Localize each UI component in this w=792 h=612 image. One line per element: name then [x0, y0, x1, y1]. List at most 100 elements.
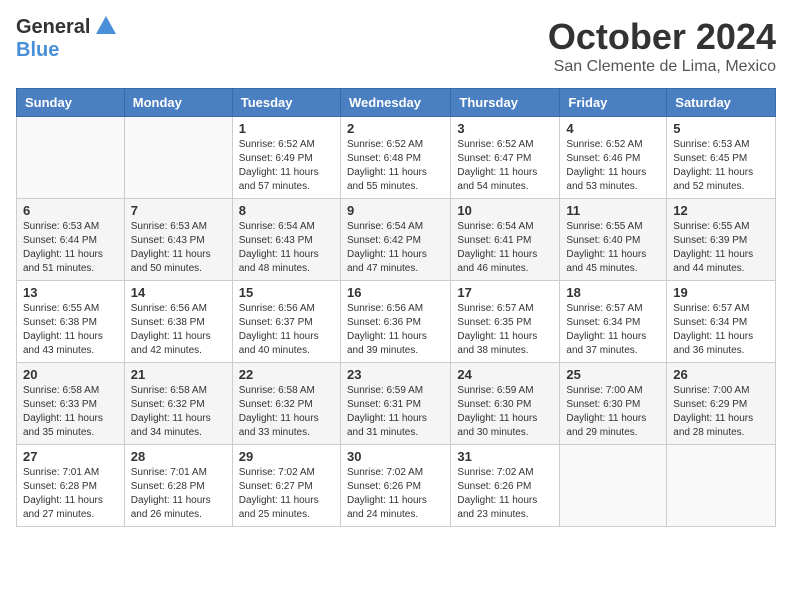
- calendar-cell: 21 Sunrise: 6:58 AMSunset: 6:32 PMDayligh…: [124, 363, 232, 445]
- day-info: Sunrise: 6:57 AMSunset: 6:35 PMDaylight:…: [457, 302, 553, 358]
- calendar-cell: 30 Sunrise: 7:02 AMSunset: 6:26 PMDayligh…: [340, 445, 450, 527]
- calendar-cell: 13 Sunrise: 6:55 AMSunset: 6:38 PMDayligh…: [17, 281, 125, 363]
- week-row-2: 6 Sunrise: 6:53 AMSunset: 6:44 PMDaylight…: [17, 199, 776, 281]
- day-number: 20: [23, 367, 118, 382]
- day-number: 24: [457, 367, 553, 382]
- day-info: Sunrise: 6:59 AMSunset: 6:31 PMDaylight:…: [347, 384, 444, 440]
- day-number: 29: [239, 449, 334, 464]
- day-info: Sunrise: 6:56 AMSunset: 6:37 PMDaylight:…: [239, 302, 334, 358]
- day-number: 25: [566, 367, 660, 382]
- day-info: Sunrise: 6:55 AMSunset: 6:39 PMDaylight:…: [673, 220, 769, 276]
- day-info: Sunrise: 6:54 AMSunset: 6:43 PMDaylight:…: [239, 220, 334, 276]
- day-info: Sunrise: 7:01 AMSunset: 6:28 PMDaylight:…: [23, 466, 118, 522]
- day-number: 30: [347, 449, 444, 464]
- day-number: 21: [131, 367, 226, 382]
- day-number: 9: [347, 203, 444, 218]
- month-title: October 2024: [548, 16, 776, 58]
- day-info: Sunrise: 7:02 AMSunset: 6:27 PMDaylight:…: [239, 466, 334, 522]
- calendar-cell: 25 Sunrise: 7:00 AMSunset: 6:30 PMDayligh…: [560, 363, 667, 445]
- day-info: Sunrise: 6:56 AMSunset: 6:38 PMDaylight:…: [131, 302, 226, 358]
- calendar-cell: 27 Sunrise: 7:01 AMSunset: 6:28 PMDayligh…: [17, 445, 125, 527]
- day-info: Sunrise: 6:58 AMSunset: 6:32 PMDaylight:…: [239, 384, 334, 440]
- day-number: 28: [131, 449, 226, 464]
- day-number: 8: [239, 203, 334, 218]
- day-number: 5: [673, 121, 769, 136]
- calendar-cell: 31 Sunrise: 7:02 AMSunset: 6:26 PMDayligh…: [451, 445, 560, 527]
- day-info: Sunrise: 7:02 AMSunset: 6:26 PMDaylight:…: [457, 466, 553, 522]
- day-number: 27: [23, 449, 118, 464]
- logo-triangle-icon: [96, 16, 116, 34]
- day-number: 1: [239, 121, 334, 136]
- day-number: 12: [673, 203, 769, 218]
- day-number: 22: [239, 367, 334, 382]
- day-info: Sunrise: 6:55 AMSunset: 6:38 PMDaylight:…: [23, 302, 118, 358]
- day-info: Sunrise: 6:54 AMSunset: 6:41 PMDaylight:…: [457, 220, 553, 276]
- calendar-cell: 12 Sunrise: 6:55 AMSunset: 6:39 PMDayligh…: [667, 199, 776, 281]
- day-number: 16: [347, 285, 444, 300]
- day-number: 18: [566, 285, 660, 300]
- col-header-thursday: Thursday: [451, 89, 560, 117]
- day-number: 4: [566, 121, 660, 136]
- day-info: Sunrise: 6:58 AMSunset: 6:33 PMDaylight:…: [23, 384, 118, 440]
- day-info: Sunrise: 6:53 AMSunset: 6:43 PMDaylight:…: [131, 220, 226, 276]
- calendar-cell: 4 Sunrise: 6:52 AMSunset: 6:46 PMDaylight…: [560, 117, 667, 199]
- col-header-sunday: Sunday: [17, 89, 125, 117]
- day-number: 13: [23, 285, 118, 300]
- calendar-cell: 17 Sunrise: 6:57 AMSunset: 6:35 PMDayligh…: [451, 281, 560, 363]
- day-info: Sunrise: 6:57 AMSunset: 6:34 PMDaylight:…: [566, 302, 660, 358]
- day-number: 3: [457, 121, 553, 136]
- day-info: Sunrise: 6:52 AMSunset: 6:48 PMDaylight:…: [347, 138, 444, 194]
- week-row-5: 27 Sunrise: 7:01 AMSunset: 6:28 PMDayligh…: [17, 445, 776, 527]
- calendar-cell: [667, 445, 776, 527]
- day-info: Sunrise: 6:52 AMSunset: 6:46 PMDaylight:…: [566, 138, 660, 194]
- calendar-cell: [124, 117, 232, 199]
- logo: General Blue: [16, 16, 116, 62]
- calendar-cell: 26Sunrise: 7:00 AMSunset: 6:29 PMDayligh…: [667, 363, 776, 445]
- week-row-1: 1 Sunrise: 6:52 AMSunset: 6:49 PMDaylight…: [17, 117, 776, 199]
- day-info: Sunrise: 7:00 AMSunset: 6:29 PMDaylight:…: [673, 384, 769, 440]
- title-block: October 2024 San Clemente de Lima, Mexic…: [548, 16, 776, 76]
- col-header-monday: Monday: [124, 89, 232, 117]
- calendar-cell: 1 Sunrise: 6:52 AMSunset: 6:49 PMDaylight…: [232, 117, 340, 199]
- calendar-cell: 3 Sunrise: 6:52 AMSunset: 6:47 PMDaylight…: [451, 117, 560, 199]
- day-info: Sunrise: 6:53 AMSunset: 6:45 PMDaylight:…: [673, 138, 769, 194]
- calendar-header-row: SundayMondayTuesdayWednesdayThursdayFrid…: [17, 89, 776, 117]
- day-info: Sunrise: 7:00 AMSunset: 6:30 PMDaylight:…: [566, 384, 660, 440]
- calendar-cell: 11 Sunrise: 6:55 AMSunset: 6:40 PMDayligh…: [560, 199, 667, 281]
- calendar-cell: 6 Sunrise: 6:53 AMSunset: 6:44 PMDaylight…: [17, 199, 125, 281]
- day-number: 31: [457, 449, 553, 464]
- calendar-table: SundayMondayTuesdayWednesdayThursdayFrid…: [16, 88, 776, 527]
- day-number: 19: [673, 285, 769, 300]
- week-row-3: 13 Sunrise: 6:55 AMSunset: 6:38 PMDayligh…: [17, 281, 776, 363]
- day-info: Sunrise: 6:54 AMSunset: 6:42 PMDaylight:…: [347, 220, 444, 276]
- day-info: Sunrise: 6:52 AMSunset: 6:47 PMDaylight:…: [457, 138, 553, 194]
- day-number: 14: [131, 285, 226, 300]
- calendar-cell: 28 Sunrise: 7:01 AMSunset: 6:28 PMDayligh…: [124, 445, 232, 527]
- day-info: Sunrise: 6:52 AMSunset: 6:49 PMDaylight:…: [239, 138, 334, 194]
- day-number: 17: [457, 285, 553, 300]
- calendar-cell: 10 Sunrise: 6:54 AMSunset: 6:41 PMDayligh…: [451, 199, 560, 281]
- calendar-cell: 16 Sunrise: 6:56 AMSunset: 6:36 PMDayligh…: [340, 281, 450, 363]
- calendar-cell: 8 Sunrise: 6:54 AMSunset: 6:43 PMDaylight…: [232, 199, 340, 281]
- day-number: 2: [347, 121, 444, 136]
- calendar-cell: 7 Sunrise: 6:53 AMSunset: 6:43 PMDaylight…: [124, 199, 232, 281]
- calendar-cell: 9 Sunrise: 6:54 AMSunset: 6:42 PMDaylight…: [340, 199, 450, 281]
- day-number: 23: [347, 367, 444, 382]
- day-info: Sunrise: 7:01 AMSunset: 6:28 PMDaylight:…: [131, 466, 226, 522]
- day-info: Sunrise: 7:02 AMSunset: 6:26 PMDaylight:…: [347, 466, 444, 522]
- col-header-wednesday: Wednesday: [340, 89, 450, 117]
- day-number: 7: [131, 203, 226, 218]
- col-header-saturday: Saturday: [667, 89, 776, 117]
- col-header-tuesday: Tuesday: [232, 89, 340, 117]
- day-info: Sunrise: 6:58 AMSunset: 6:32 PMDaylight:…: [131, 384, 226, 440]
- calendar-cell: 22 Sunrise: 6:58 AMSunset: 6:32 PMDayligh…: [232, 363, 340, 445]
- day-info: Sunrise: 6:56 AMSunset: 6:36 PMDaylight:…: [347, 302, 444, 358]
- day-info: Sunrise: 6:57 AMSunset: 6:34 PMDaylight:…: [673, 302, 769, 358]
- day-number: 6: [23, 203, 118, 218]
- day-info: Sunrise: 6:55 AMSunset: 6:40 PMDaylight:…: [566, 220, 660, 276]
- day-number: 10: [457, 203, 553, 218]
- day-info: Sunrise: 6:59 AMSunset: 6:30 PMDaylight:…: [457, 384, 553, 440]
- day-info: Sunrise: 6:53 AMSunset: 6:44 PMDaylight:…: [23, 220, 118, 276]
- day-number: 11: [566, 203, 660, 218]
- week-row-4: 20 Sunrise: 6:58 AMSunset: 6:33 PMDayligh…: [17, 363, 776, 445]
